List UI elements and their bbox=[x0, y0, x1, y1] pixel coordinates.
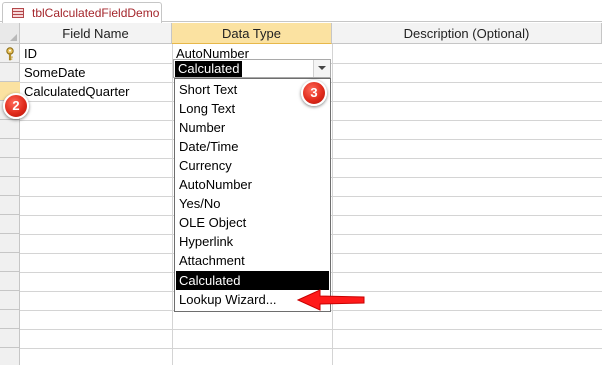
row-selector[interactable] bbox=[0, 329, 20, 348]
column-header-field-name[interactable]: Field Name bbox=[20, 23, 172, 44]
primary-key-icon bbox=[6, 47, 14, 61]
option-number[interactable]: Number bbox=[176, 118, 329, 137]
tab-strip: tblCalculatedFieldDemo bbox=[0, 0, 602, 23]
callout-badge-3: 3 bbox=[301, 80, 327, 106]
row-selector[interactable] bbox=[0, 215, 20, 234]
dropdown-button[interactable] bbox=[313, 60, 330, 77]
callout-badge-2: 2 bbox=[3, 93, 29, 119]
select-all-corner[interactable] bbox=[0, 23, 20, 44]
option-attachment[interactable]: Attachment bbox=[176, 251, 329, 270]
option-currency[interactable]: Currency bbox=[176, 156, 329, 175]
row-divider bbox=[20, 348, 602, 349]
data-type-dropdown-list: Short Text Long Text Number Date/Time Cu… bbox=[174, 78, 331, 312]
row-selector[interactable] bbox=[0, 120, 20, 139]
row-selector[interactable] bbox=[0, 196, 20, 215]
column-header-description[interactable]: Description (Optional) bbox=[332, 23, 602, 44]
option-yes-no[interactable]: Yes/No bbox=[176, 194, 329, 213]
option-ole-object[interactable]: OLE Object bbox=[176, 213, 329, 232]
data-type-combo-value[interactable]: Calculated bbox=[175, 61, 243, 77]
row-selector[interactable] bbox=[0, 272, 20, 291]
option-autonumber[interactable]: AutoNumber bbox=[176, 175, 329, 194]
table-tab-title: tblCalculatedFieldDemo bbox=[32, 6, 160, 20]
column-header-data-type[interactable]: Data Type bbox=[172, 23, 332, 44]
option-date-time[interactable]: Date/Time bbox=[176, 137, 329, 156]
row-selector[interactable] bbox=[0, 158, 20, 177]
row-selector[interactable] bbox=[0, 139, 20, 158]
field-name-cell[interactable]: CalculatedQuarter bbox=[20, 82, 172, 101]
data-type-combo-box[interactable]: Calculated bbox=[173, 59, 331, 78]
option-calculated-selected[interactable]: Calculated bbox=[176, 271, 329, 290]
field-name-cell[interactable]: ID bbox=[20, 44, 172, 63]
table-icon bbox=[12, 8, 24, 18]
red-arrow-icon bbox=[296, 289, 365, 311]
option-hyperlink[interactable]: Hyperlink bbox=[176, 232, 329, 251]
row-selector[interactable] bbox=[0, 177, 20, 196]
row-selector[interactable] bbox=[0, 291, 20, 310]
column-divider bbox=[332, 44, 333, 365]
row-selector[interactable] bbox=[0, 234, 20, 253]
row-selector[interactable] bbox=[0, 348, 20, 365]
field-name-cell[interactable]: SomeDate bbox=[20, 63, 172, 82]
column-divider bbox=[172, 44, 173, 365]
table-tab[interactable]: tblCalculatedFieldDemo bbox=[2, 2, 162, 23]
row-selector[interactable] bbox=[0, 310, 20, 329]
row-divider bbox=[20, 329, 602, 330]
row-selector[interactable] bbox=[0, 253, 20, 272]
chevron-down-icon bbox=[318, 66, 326, 70]
row-selector[interactable] bbox=[0, 63, 20, 82]
